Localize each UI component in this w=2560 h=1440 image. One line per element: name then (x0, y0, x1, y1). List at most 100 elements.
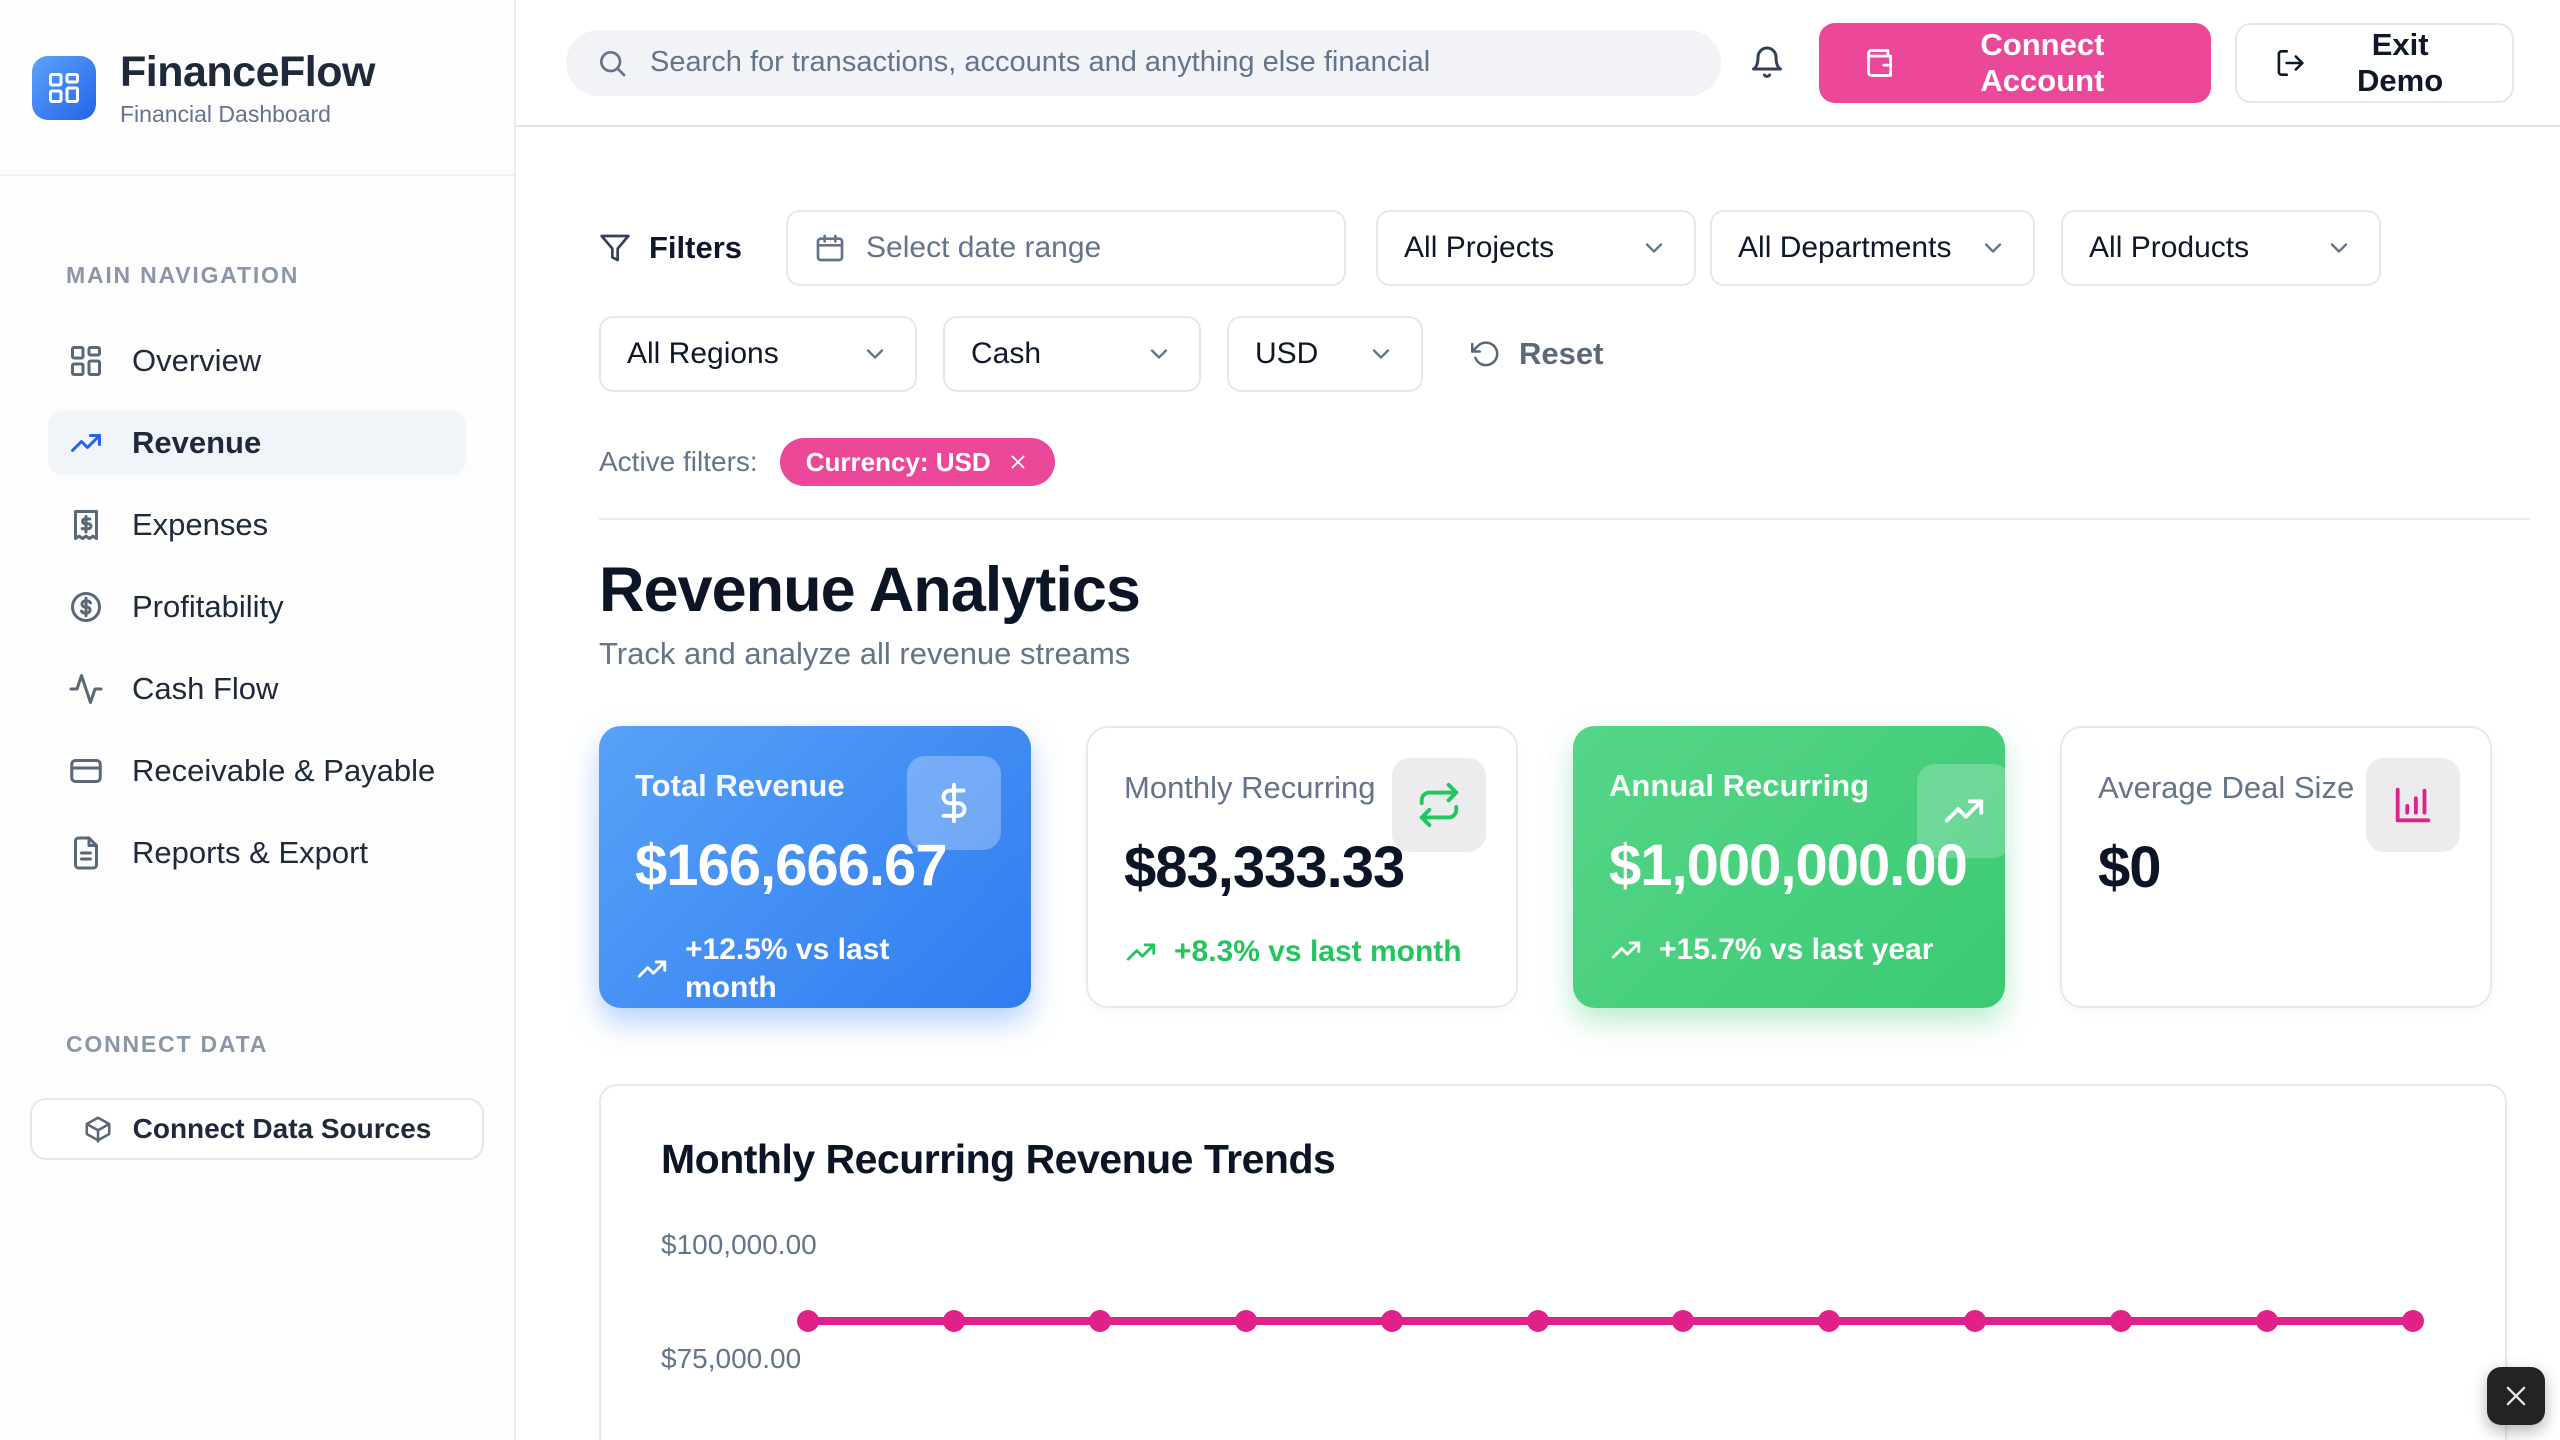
average-deal-size-card: Average Deal Size $0 (2060, 726, 2492, 1008)
chart-plot: $100,000.00$75,000.00$50,000.00 (661, 1197, 2445, 1440)
wallet-icon (1863, 46, 1896, 80)
content: Filters Select date range All Projects A… (516, 127, 2560, 1440)
log-out-icon (2275, 47, 2306, 79)
chart-point[interactable] (1964, 1310, 1986, 1332)
connect-data-sources-button[interactable]: Connect Data Sources (30, 1098, 484, 1160)
chart-point[interactable] (1381, 1310, 1403, 1332)
date-range-input[interactable]: Select date range (786, 210, 1346, 286)
chart-title: Monthly Recurring Revenue Trends (661, 1136, 2445, 1183)
sidebar-item-expenses[interactable]: Expenses (48, 493, 466, 557)
chart-point[interactable] (2256, 1310, 2278, 1332)
chart-point[interactable] (1089, 1310, 1111, 1332)
currency-filter-chip[interactable]: Currency: USD (780, 438, 1055, 486)
total-revenue-card: Total Revenue $166,666.67 +12.5% vs last… (599, 726, 1031, 1008)
chart-point[interactable] (1527, 1310, 1549, 1332)
file-text-icon (68, 835, 104, 871)
sidebar-item-label: Profitability (132, 589, 284, 625)
metric-value: $1,000,000.00 (1609, 832, 1969, 899)
y-axis-tick: $75,000.00 (661, 1343, 801, 1375)
search-icon (596, 47, 628, 79)
sidebar-item-label: Expenses (132, 507, 268, 543)
sidebar-item-reports-export[interactable]: Reports & Export (48, 821, 466, 885)
chevron-down-icon (2325, 234, 2353, 262)
chevron-down-icon (1640, 234, 1668, 262)
receipt-icon (68, 507, 104, 543)
notifications-button[interactable] (1749, 45, 1785, 81)
metric-trend-text: +8.3% vs last month (1174, 933, 1462, 971)
metric-icon-box (907, 756, 1001, 850)
reset-filters-button[interactable]: Reset (1471, 336, 1603, 372)
app-logo: FinanceFlow Financial Dashboard (0, 0, 514, 176)
main-navigation: Overview Revenue Expenses (0, 329, 514, 903)
chart-point[interactable] (1672, 1310, 1694, 1332)
chart-point[interactable] (1235, 1310, 1257, 1332)
sidebar-item-label: Revenue (132, 425, 261, 461)
departments-dropdown-value: All Departments (1738, 231, 1951, 265)
projects-dropdown[interactable]: All Projects (1376, 210, 1696, 286)
products-dropdown-value: All Products (2089, 231, 2249, 265)
products-dropdown[interactable]: All Products (2061, 210, 2381, 286)
bell-icon (1749, 45, 1785, 81)
logo-badge (32, 56, 96, 120)
sidebar-item-revenue[interactable]: Revenue (48, 411, 466, 475)
trending-up-icon (1124, 935, 1158, 969)
trending-up-icon (68, 425, 104, 461)
dollar-icon (931, 780, 977, 826)
chart-line (808, 1317, 2413, 1325)
active-filters-row: Active filters: Currency: USD (599, 438, 2530, 486)
filters-row-2: All Regions Cash USD Reset (599, 316, 2530, 392)
reset-label: Reset (1519, 336, 1603, 372)
chart-point[interactable] (2402, 1310, 2424, 1332)
filters-label-text: Filters (649, 230, 742, 266)
connect-account-button[interactable]: Connect Account (1819, 23, 2211, 103)
metric-icon-box (1917, 764, 2011, 858)
sidebar-item-cash-flow[interactable]: Cash Flow (48, 657, 466, 721)
credit-card-icon (68, 753, 104, 789)
close-overlay-button[interactable] (2487, 1367, 2545, 1425)
search-input[interactable] (650, 46, 1691, 79)
exit-demo-button[interactable]: Exit Demo (2235, 23, 2514, 103)
close-icon[interactable] (1007, 451, 1029, 473)
currency-filter-chip-label: Currency: USD (806, 447, 991, 478)
app-window: FinanceFlow Financial Dashboard MAIN NAV… (0, 0, 2560, 1440)
metric-cards: Total Revenue $166,666.67 +12.5% vs last… (599, 726, 2530, 1008)
y-axis-tick: $100,000.00 (661, 1229, 817, 1261)
close-icon (2502, 1382, 2530, 1410)
app-title: FinanceFlow (120, 48, 375, 97)
activity-icon (68, 671, 104, 707)
search-bar[interactable] (566, 30, 1721, 96)
metric-icon-box (2366, 758, 2460, 852)
sidebar-item-receivable-payable[interactable]: Receivable & Payable (48, 739, 466, 803)
chart-point[interactable] (1818, 1310, 1840, 1332)
main-area: Connect Account Exit Demo Filters (516, 0, 2560, 1440)
currency-dropdown-value: USD (1255, 337, 1318, 371)
connect-account-label: Connect Account (1918, 27, 2167, 99)
metric-trend-text: +15.7% vs last year (1659, 931, 1933, 969)
filters-row-1: Filters Select date range All Projects A… (599, 210, 2530, 286)
cash-basis-dropdown[interactable]: Cash (943, 316, 1201, 392)
page-subtitle: Track and analyze all revenue streams (599, 636, 2530, 672)
exit-demo-label: Exit Demo (2326, 27, 2474, 99)
dashboard-grid-icon (68, 343, 104, 379)
chevron-down-icon (1979, 234, 2007, 262)
cash-basis-dropdown-value: Cash (971, 337, 1041, 371)
chart-point[interactable] (797, 1310, 819, 1332)
sidebar-item-overview[interactable]: Overview (48, 329, 466, 393)
currency-dropdown[interactable]: USD (1227, 316, 1423, 392)
trending-up-icon (635, 952, 669, 986)
annual-recurring-card: Annual Recurring $1,000,000.00 +15.7% vs… (1573, 726, 2005, 1008)
bar-chart-icon (2390, 782, 2436, 828)
chart-point[interactable] (943, 1310, 965, 1332)
trending-up-icon (1609, 933, 1643, 967)
departments-dropdown[interactable]: All Departments (1710, 210, 2035, 286)
date-range-placeholder: Select date range (866, 231, 1101, 265)
metric-trend: +12.5% vs last month (635, 931, 995, 1006)
regions-dropdown[interactable]: All Regions (599, 316, 917, 392)
chevron-down-icon (1367, 340, 1395, 368)
page-title: Revenue Analytics (599, 554, 2530, 626)
chart-point[interactable] (2110, 1310, 2132, 1332)
cube-icon (83, 1114, 113, 1144)
sidebar-item-profitability[interactable]: Profitability (48, 575, 466, 639)
metric-trend: +8.3% vs last month (1124, 933, 1480, 971)
sidebar: FinanceFlow Financial Dashboard MAIN NAV… (0, 0, 516, 1440)
